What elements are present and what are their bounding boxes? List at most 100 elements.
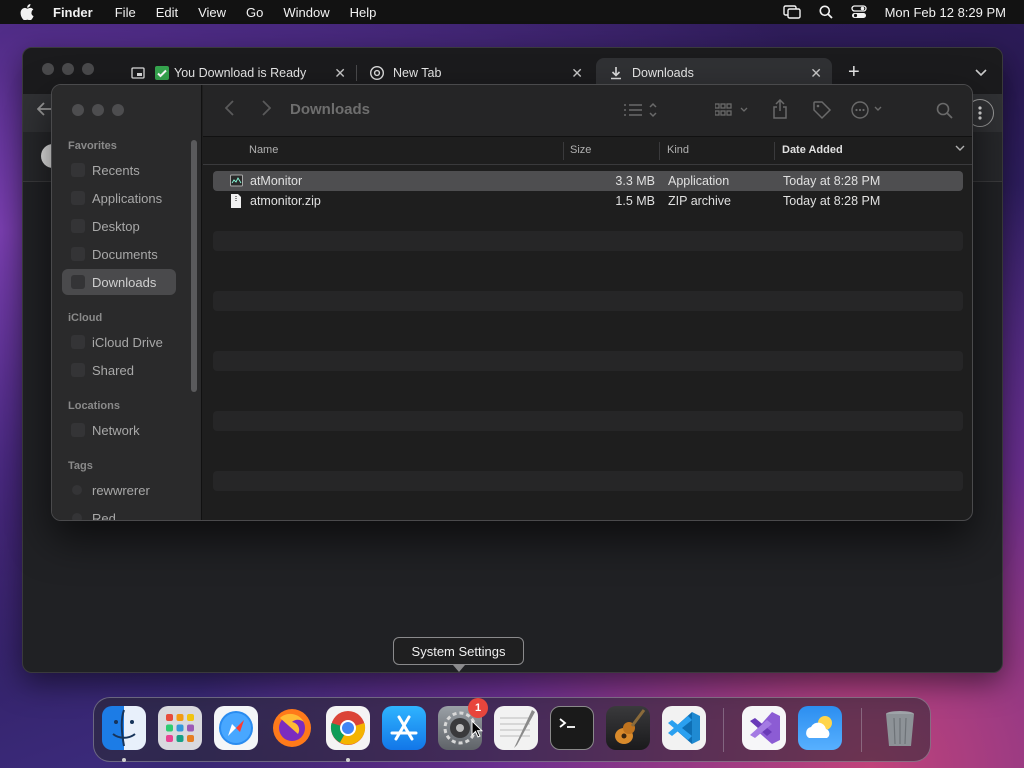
spotlight-search-icon[interactable] (819, 5, 833, 19)
dock: 1 (93, 697, 931, 762)
file-row-atmonitor[interactable]: atMonitor 3.3 MB Application Today at 8:… (213, 171, 963, 191)
more-actions-icon[interactable] (851, 101, 887, 124)
file-kind: Application (668, 174, 730, 188)
window-icon (130, 65, 146, 81)
notification-badge: 1 (468, 698, 488, 718)
sidebar-item-documents[interactable]: Documents (62, 241, 176, 267)
file-name: atmonitor.zip (250, 194, 321, 208)
finder-traffic-lights[interactable] (72, 104, 124, 116)
sort-chevron-icon[interactable] (955, 143, 965, 155)
file-date-added: Today at 8:28 PM (783, 194, 881, 208)
empty-row (213, 411, 963, 431)
file-list-header: Name Size Kind Date Added (203, 137, 972, 165)
forward-chevron-icon[interactable] (261, 100, 272, 121)
empty-row (213, 511, 963, 520)
file-row-atmonitor-zip[interactable]: atmonitor.zip 1.5 MB ZIP archive Today a… (213, 191, 963, 211)
tab-close-icon[interactable]: ✕ (571, 65, 583, 82)
cloud-icon (71, 335, 85, 349)
search-icon[interactable] (936, 102, 953, 124)
sidebar-section-favorites: Favorites (68, 140, 117, 152)
new-tab-plus-icon[interactable]: + (848, 62, 860, 82)
file-size: 1.5 MB (615, 194, 655, 208)
menubar-clock[interactable]: Mon Feb 12 8:29 PM (885, 5, 1006, 20)
file-kind: ZIP archive (668, 194, 731, 208)
sidebar-item-downloads[interactable]: Downloads (62, 269, 176, 295)
menu-file[interactable]: File (115, 5, 136, 20)
clock-icon (71, 163, 85, 177)
application-file-icon (230, 174, 243, 188)
sidebar-item-network[interactable]: Network (62, 417, 176, 443)
dock-visual-studio-icon[interactable] (742, 706, 786, 750)
sidebar-item-recents[interactable]: Recents (62, 157, 176, 183)
menu-bar: Finder File Edit View Go Window Help Mon… (0, 0, 1024, 24)
zip-file-icon (230, 194, 243, 208)
dock-chrome-icon[interactable] (326, 706, 370, 750)
sidebar-item-tag-red[interactable]: Red (62, 505, 176, 520)
dock-vscode-icon[interactable] (662, 706, 706, 750)
document-icon (71, 247, 85, 261)
screen-mirroring-icon[interactable] (782, 5, 801, 19)
menu-go[interactable]: Go (246, 5, 263, 20)
menu-view[interactable]: View (198, 5, 226, 20)
back-chevron-icon[interactable] (224, 100, 235, 121)
empty-row (213, 331, 963, 351)
tab-close-icon[interactable]: ✕ (810, 65, 822, 82)
column-size[interactable]: Size (570, 144, 591, 156)
column-kind[interactable]: Kind (667, 144, 689, 156)
menu-app-finder[interactable]: Finder (53, 5, 93, 20)
sidebar-item-tag-rewwrerer[interactable]: rewwrerer (62, 477, 176, 503)
group-by-icon[interactable] (714, 102, 751, 123)
empty-row (213, 471, 963, 491)
control-center-icon[interactable] (850, 5, 867, 19)
dock-textedit-icon[interactable] (494, 706, 538, 750)
tag-icon[interactable] (812, 100, 832, 125)
menu-window[interactable]: Window (283, 5, 329, 20)
dock-finder-icon[interactable] (102, 706, 146, 750)
empty-row (213, 391, 963, 411)
sidebar-section-icloud: iCloud (68, 312, 103, 324)
dock-tooltip: System Settings (393, 637, 524, 672)
chrome-icon (369, 65, 385, 81)
sidebar-item-applications[interactable]: Applications (62, 185, 176, 211)
column-name[interactable]: Name (249, 144, 278, 156)
dock-trash-icon[interactable] (878, 706, 922, 750)
tag-dot-icon (72, 485, 82, 495)
empty-row (213, 351, 963, 371)
column-date-added[interactable]: Date Added (782, 144, 843, 156)
tab-close-icon[interactable]: ✕ (334, 65, 346, 82)
file-name: atMonitor (250, 174, 303, 188)
dock-weather-icon[interactable] (798, 706, 842, 750)
sidebar-item-desktop[interactable]: Desktop (62, 213, 176, 239)
apple-menu-icon[interactable] (17, 2, 37, 22)
share-icon[interactable] (772, 98, 788, 124)
shared-folder-icon (71, 363, 85, 377)
dock-app-store-icon[interactable] (382, 706, 426, 750)
checkmark-icon (154, 65, 170, 81)
sidebar-item-shared[interactable]: Shared (62, 357, 176, 383)
applications-icon (71, 191, 85, 205)
file-list: atMonitor 3.3 MB Application Today at 8:… (213, 171, 963, 520)
list-view-icon[interactable] (624, 102, 658, 123)
tab-label: New Tab (393, 66, 442, 80)
finder-window: Favorites Recents Applications Desktop D… (51, 84, 973, 521)
menu-edit[interactable]: Edit (156, 5, 178, 20)
sidebar-section-tags: Tags (68, 460, 93, 472)
dock-firefox-icon[interactable] (270, 706, 314, 750)
empty-row (213, 231, 963, 251)
download-icon (608, 65, 624, 81)
tab-search-chevron-icon[interactable] (975, 64, 987, 82)
sidebar-item-icloud-drive[interactable]: iCloud Drive (62, 329, 176, 355)
dock-terminal-icon[interactable] (550, 706, 594, 750)
sidebar-scrollbar[interactable] (191, 140, 197, 392)
file-size: 3.3 MB (615, 174, 655, 188)
tab-label: Downloads (632, 66, 694, 80)
dock-garageband-icon[interactable] (606, 706, 650, 750)
dock-launchpad-icon[interactable] (158, 706, 202, 750)
desktop-icon (71, 219, 85, 233)
browser-traffic-lights[interactable] (42, 63, 94, 75)
finder-window-title: Downloads (290, 101, 371, 118)
tag-dot-icon (72, 513, 82, 520)
dock-safari-icon[interactable] (214, 706, 258, 750)
tab-label: You Download is Ready (174, 66, 307, 80)
menu-help[interactable]: Help (350, 5, 377, 20)
